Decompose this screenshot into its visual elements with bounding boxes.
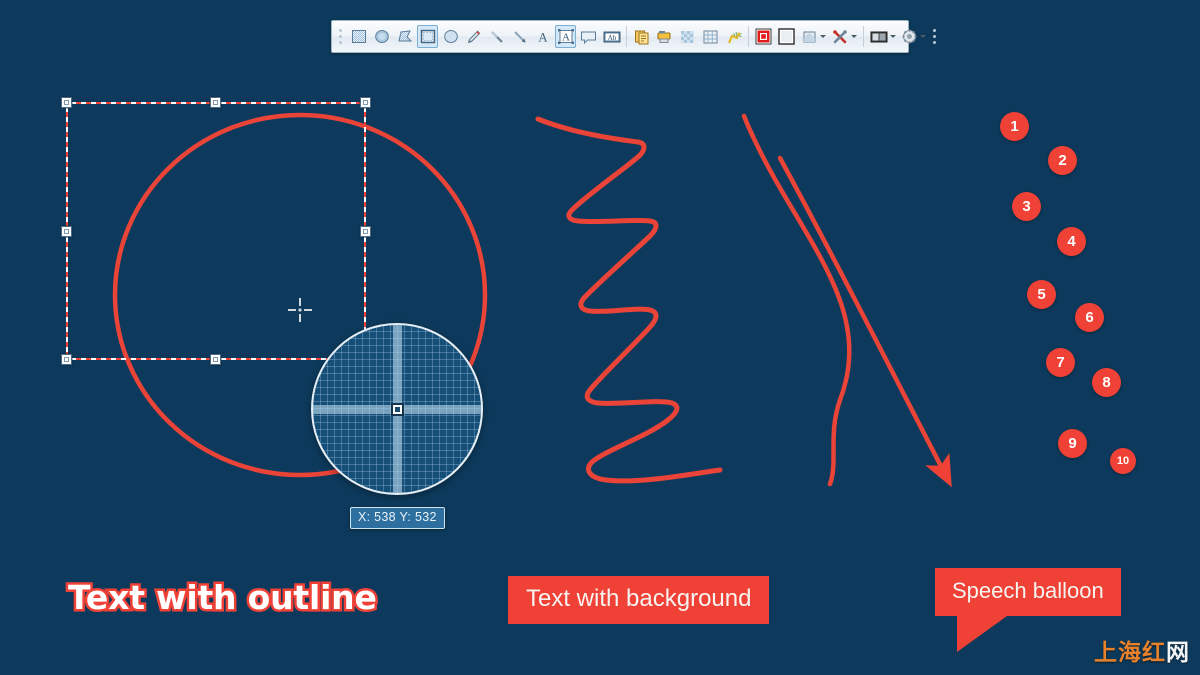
step-number-marker[interactable]: 5 (1027, 280, 1056, 309)
tool-foreground-color[interactable] (753, 25, 774, 48)
svg-text:Ab: Ab (607, 34, 616, 42)
text-background-icon: Ab (603, 31, 620, 42)
tool-rectangle[interactable] (417, 25, 438, 48)
annotation-text-with-outline[interactable]: Text with outline (66, 576, 380, 620)
curved-arrow (777, 155, 952, 488)
line-icon (490, 30, 503, 43)
blur-ellipse-icon (374, 30, 389, 43)
step-number-marker[interactable]: 2 (1048, 146, 1077, 175)
step-number-marker[interactable]: 9 (1058, 429, 1087, 458)
ellipse-icon (443, 30, 458, 43)
tools-crossed-icon (833, 29, 847, 43)
effects-icon (870, 31, 887, 42)
speech-balloon-icon (581, 31, 596, 44)
annotation-text-with-background[interactable]: Text with background (508, 576, 770, 624)
selection-handle-n[interactable] (210, 97, 221, 108)
toolbar-separator-1 (626, 26, 627, 47)
step-number-marker[interactable]: 3 (1012, 192, 1041, 221)
tool-line[interactable] (486, 25, 507, 48)
watermark-text-orange: 上海红 (1094, 640, 1166, 666)
background-color-icon (778, 28, 795, 45)
tool-blur-rectangle[interactable] (348, 25, 369, 48)
tool-options[interactable] (830, 25, 859, 48)
magnifier-loupe[interactable] (311, 323, 483, 495)
pencil-icon (467, 29, 480, 43)
step-number-marker[interactable]: 6 (1075, 303, 1104, 332)
chevron-down-icon[interactable] (819, 35, 826, 38)
gear-icon (902, 29, 917, 44)
step-number-marker[interactable]: 1 (1000, 112, 1029, 141)
freehand-zigzag-line (535, 116, 723, 484)
tool-pixelate[interactable] (677, 25, 698, 48)
tool-blur-polygon[interactable] (394, 25, 415, 48)
speech-balloon-label: Speech balloon (952, 578, 1104, 603)
tool-fill-style[interactable] (799, 25, 828, 48)
annotation-speech-balloon[interactable]: Speech balloon (935, 568, 1121, 652)
site-watermark: 上海红网 (1094, 633, 1190, 667)
tool-grid[interactable] (700, 25, 721, 48)
blur-rectangle-icon (351, 30, 366, 43)
annotation-tools-toolbar[interactable]: A A Ab abc (331, 20, 936, 53)
tool-blur-ellipse[interactable] (371, 25, 392, 48)
step-number-marker[interactable]: 10 (1110, 448, 1136, 474)
speech-balloon-tail (957, 616, 1007, 652)
chevron-down-icon[interactable] (889, 35, 896, 38)
fill-style-icon (803, 31, 815, 42)
text-a-icon: A (538, 30, 548, 45)
coordinate-readout: X: 538 Y: 532 (350, 507, 445, 529)
tool-arrow[interactable] (509, 25, 530, 48)
selection-handle-ne[interactable] (360, 97, 371, 108)
pixelate-icon (681, 30, 694, 43)
toolbar-drag-grip[interactable] (335, 25, 345, 49)
tool-copy-region[interactable] (631, 25, 652, 48)
step-number-icon: abc (727, 30, 742, 43)
selection-handle-e[interactable] (360, 226, 371, 237)
selection-handle-w[interactable] (61, 226, 72, 237)
rectangle-icon (420, 29, 435, 44)
chevron-down-icon[interactable] (920, 35, 926, 38)
magnifier-center-pixel (390, 402, 404, 416)
step-number-marker[interactable]: 7 (1046, 348, 1075, 377)
crosshair-cursor (288, 298, 312, 322)
tool-text-with-background[interactable]: Ab (601, 25, 622, 48)
tool-effects[interactable] (868, 25, 897, 48)
highlighter-icon (657, 30, 671, 43)
grid-icon (703, 30, 718, 43)
copy-stamp-icon (634, 30, 648, 44)
selection-handle-nw[interactable] (61, 97, 72, 108)
chevron-down-icon[interactable] (851, 35, 857, 38)
tool-highlighter[interactable] (654, 25, 675, 48)
tool-text-with-outline[interactable]: A (555, 25, 576, 48)
tool-ellipse[interactable] (440, 25, 461, 48)
curve-line (741, 113, 852, 487)
selection-handle-sw[interactable] (61, 354, 72, 365)
screenshot-canvas: A A Ab abc X: 538 Y: 532 1 2 3 4 5 6 7 8… (0, 0, 1200, 675)
tool-speech-balloon[interactable] (578, 25, 599, 48)
tool-settings[interactable] (899, 25, 928, 48)
svg-text:A: A (562, 32, 570, 44)
foreground-color-icon (755, 28, 772, 45)
tool-text[interactable]: A (532, 25, 553, 48)
watermark-text-white: 网 (1166, 640, 1190, 666)
text-a-boxed-icon: A (557, 29, 574, 44)
toolbar-separator-3 (863, 26, 864, 47)
arrow-icon (513, 30, 526, 43)
rectangle-selection[interactable] (61, 97, 371, 365)
step-number-marker[interactable]: 8 (1092, 368, 1121, 397)
tool-background-color[interactable] (776, 25, 797, 48)
selection-handle-s[interactable] (210, 354, 221, 365)
tool-pencil[interactable] (463, 25, 484, 48)
tool-step-number[interactable]: abc (723, 25, 744, 48)
toolbar-overflow-grip[interactable] (929, 25, 939, 49)
step-number-marker[interactable]: 4 (1057, 227, 1086, 256)
svg-text:A: A (538, 30, 548, 45)
toolbar-separator-2 (748, 26, 749, 47)
blur-polygon-icon (397, 30, 412, 42)
